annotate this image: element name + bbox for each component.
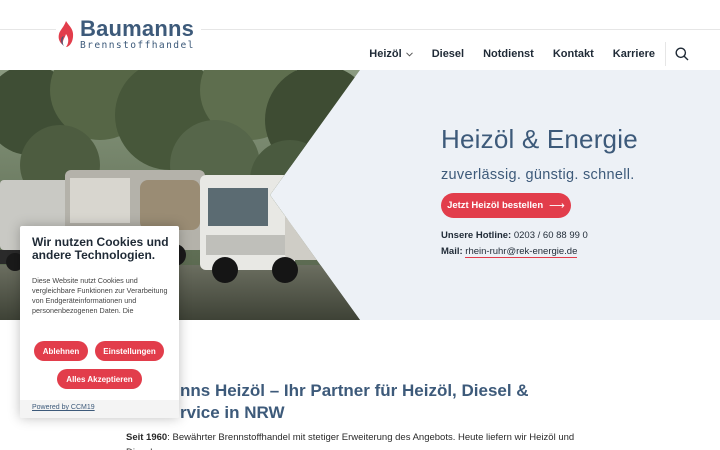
content-title: nns Heizöl – Ihr Partner für Heizöl, Die… [128,380,588,424]
accept-all-cookies-button[interactable]: Alles Akzeptieren [57,369,142,389]
hotline-label: Unsere Hotline: [441,230,512,241]
cookie-banner: Wir nutzen Cookies und andere Technologi… [20,226,179,418]
nav-item-heizoel[interactable]: Heizöl [369,48,413,60]
logo-subtitle: Brennstoffhandel [80,40,195,51]
content-intro: Seit 1960: Bewährter Brennstoffhandel mi… [126,431,596,450]
content-intro-bold: Seit 1960 [126,432,168,443]
cookie-title: Wir nutzen Cookies und andere Technologi… [32,235,169,262]
page: Baumanns Brennstoffhandel Heizöl Diesel … [0,0,720,450]
powered-by-link[interactable]: Powered by CCM19 [32,404,95,411]
hotline: Unsere Hotline: 0203 / 60 88 99 0 [441,230,588,241]
main-nav: Heizöl Diesel Notdienst Kontakt Karriere [350,42,690,66]
mail: Mail: rhein-ruhr@rek-energie.de [441,246,578,258]
nav-divider [665,42,666,66]
reject-cookies-button[interactable]: Ablehnen [34,341,88,361]
nav-item-diesel[interactable]: Diesel [432,48,464,60]
mail-label: Mail: [441,246,463,257]
cookie-description-fade [20,316,179,334]
hero-subtitle: zuverlässig. günstig. schnell. [441,167,635,183]
cookie-settings-button[interactable]: Einstellungen [95,341,164,361]
content-title-line2: rvice in NRW [180,403,285,423]
content-intro-text: : Bewährter Brennstoffhandel mit stetige… [126,432,575,450]
order-heating-oil-button[interactable]: Jetzt Heizöl bestellen ⟶ [441,193,571,218]
nav-item-kontakt[interactable]: Kontakt [553,48,594,60]
nav-item-karriere[interactable]: Karriere [613,48,655,60]
chevron-down-icon [405,50,413,59]
cookie-footer: Powered by CCM19 [20,400,179,418]
nav-item-notdienst[interactable]: Notdienst [483,48,534,60]
arrow-right-icon: ⟶ [549,200,565,212]
logo-name: Baumanns [80,16,195,41]
hero-title: Heizöl & Energie [441,124,638,154]
logo[interactable]: Baumanns Brennstoffhandel [56,18,201,53]
hotline-number[interactable]: 0203 / 60 88 99 0 [514,230,588,241]
content-title-line1: nns Heizöl – Ihr Partner für Heizöl, Die… [180,381,529,400]
nav-item-label: Heizöl [369,48,402,60]
cta-label: Jetzt Heizöl bestellen [447,200,544,211]
flame-icon [58,21,74,48]
search-icon[interactable] [674,46,690,62]
mail-link[interactable]: rhein-ruhr@rek-energie.de [465,246,578,258]
